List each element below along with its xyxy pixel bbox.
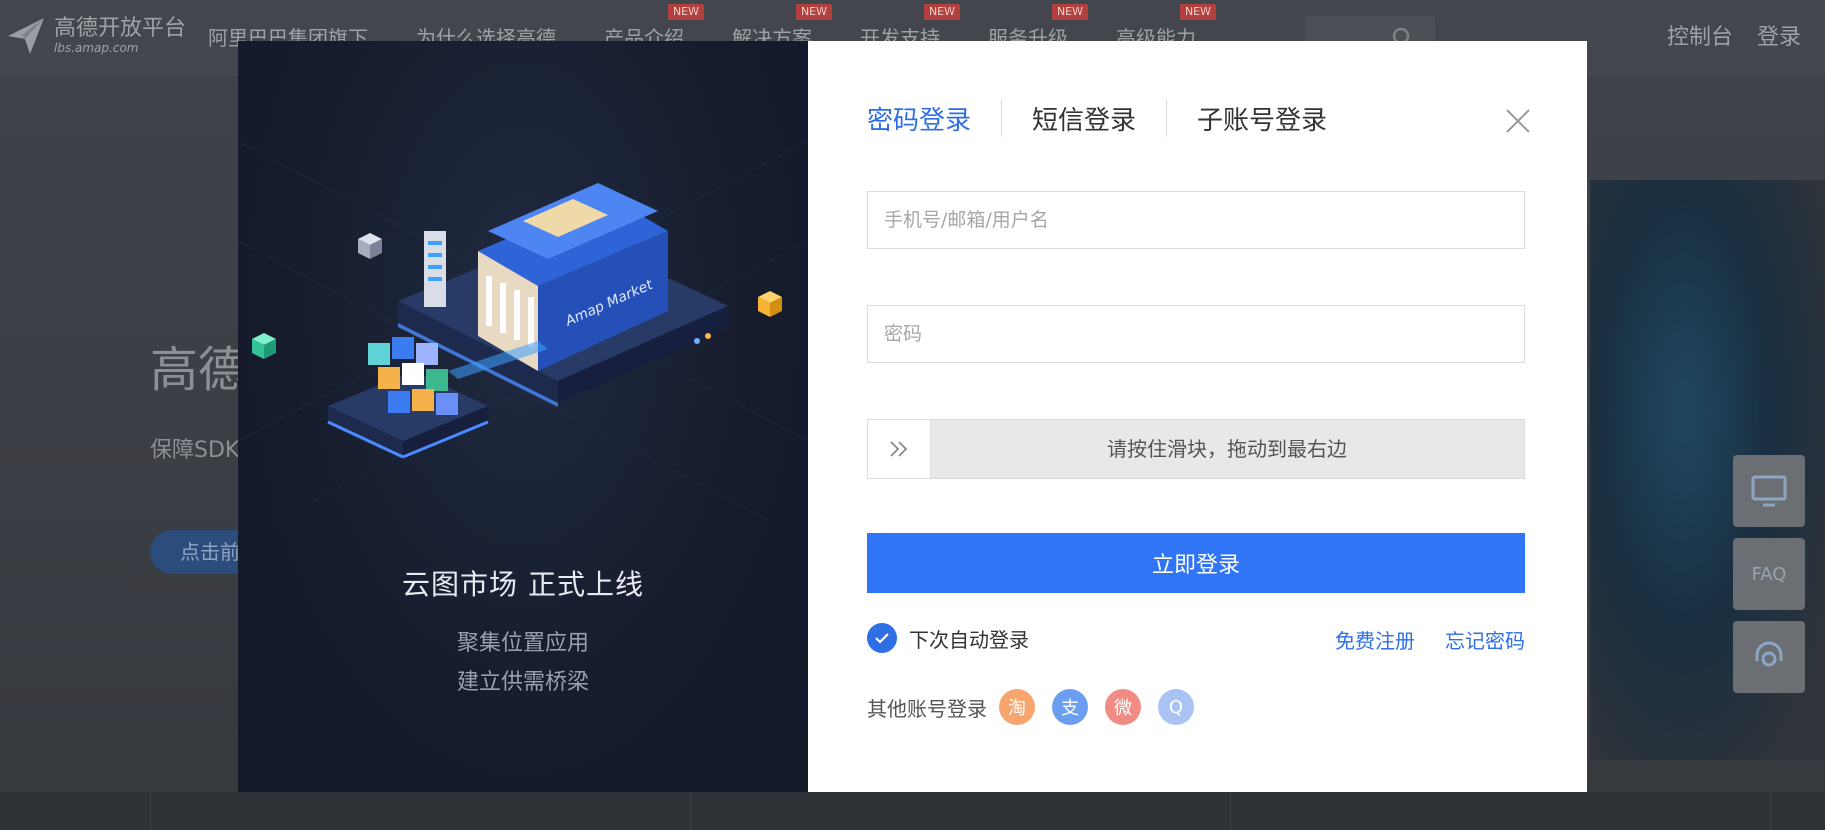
slider-hint: 请按住滑块，拖动到最右边 [1107, 437, 1347, 461]
hero-subtitle: 保障SDK [150, 438, 240, 463]
register-link[interactable]: 免费注册 [1335, 625, 1415, 654]
check-icon [875, 633, 889, 644]
tab-divider [1001, 99, 1003, 137]
remember-label: 下次自动登录 [909, 627, 1029, 652]
new-badge: NEW [1179, 4, 1216, 20]
tab-divider [1166, 99, 1168, 137]
side-faq-button[interactable]: FAQ [1733, 538, 1805, 610]
side-monitor-button[interactable] [1733, 455, 1805, 527]
other-login: 其他账号登录 淘 支 微 Q [867, 689, 1211, 725]
login-panel: 密码登录 短信登录 子账号登录 请按住滑块，拖动到最右边 立即登录 下次自动登录… [808, 41, 1587, 792]
weibo-login-icon[interactable]: 微 [1105, 689, 1141, 725]
headset-icon [1755, 641, 1783, 667]
footer-strip [0, 792, 1825, 830]
illustration-line-1: 聚集位置应用 [456, 631, 589, 656]
other-login-label: 其他账号登录 [867, 696, 987, 721]
login-submit-button[interactable]: 立即登录 [867, 533, 1525, 593]
market-building-illustration: Amap Market [238, 140, 808, 521]
site-logo[interactable]: 高德开放平台 lbs.amap.com [4, 14, 186, 58]
new-badge: NEW [1051, 4, 1088, 20]
modal-illustration-panel: Amap Market 云图市场 正式上线 聚集位置应用 建立供需桥梁 [238, 41, 808, 792]
hero-title: 高德 [150, 342, 247, 398]
remember-checkbox[interactable] [867, 623, 897, 653]
side-support-button[interactable] [1733, 621, 1805, 693]
console-link[interactable]: 控制台 [1667, 0, 1733, 76]
password-input[interactable] [867, 305, 1525, 363]
faq-label: FAQ [1751, 563, 1787, 585]
top-right-links: 控制台 登录 [1667, 0, 1825, 76]
illustration-title: 云图市场 正式上线 [402, 568, 644, 601]
remember-login: 下次自动登录 [867, 623, 1029, 653]
new-badge: NEW [795, 4, 832, 20]
new-badge: NEW [667, 4, 704, 20]
taobao-login-icon[interactable]: 淘 [999, 689, 1035, 725]
tab-sms-login[interactable]: 短信登录 [1032, 100, 1136, 137]
slider-handle[interactable] [868, 420, 931, 478]
forgot-password-link[interactable]: 忘记密码 [1445, 625, 1525, 654]
qq-login-icon[interactable]: Q [1158, 689, 1194, 725]
logo-subtitle: lbs.amap.com [54, 41, 139, 55]
double-chevron-right-icon [890, 441, 908, 457]
amap-logo-icon [8, 18, 44, 54]
alipay-login-icon[interactable]: 支 [1052, 689, 1088, 725]
tab-password-login[interactable]: 密码登录 [867, 100, 971, 137]
tab-subaccount-login[interactable]: 子账号登录 [1197, 100, 1327, 137]
monitor-icon [1751, 475, 1787, 507]
close-icon[interactable] [1504, 107, 1532, 135]
account-links: 免费注册 忘记密码 [1335, 625, 1525, 654]
slider-captcha: 请按住滑块，拖动到最右边 [867, 419, 1525, 479]
login-tabs: 密码登录 短信登录 子账号登录 [867, 99, 1327, 137]
new-badge: NEW [923, 4, 960, 20]
logo-title: 高德开放平台 [54, 16, 187, 41]
account-input[interactable] [867, 191, 1525, 249]
login-link[interactable]: 登录 [1757, 0, 1801, 76]
illustration-line-2: 建立供需桥梁 [456, 670, 589, 695]
